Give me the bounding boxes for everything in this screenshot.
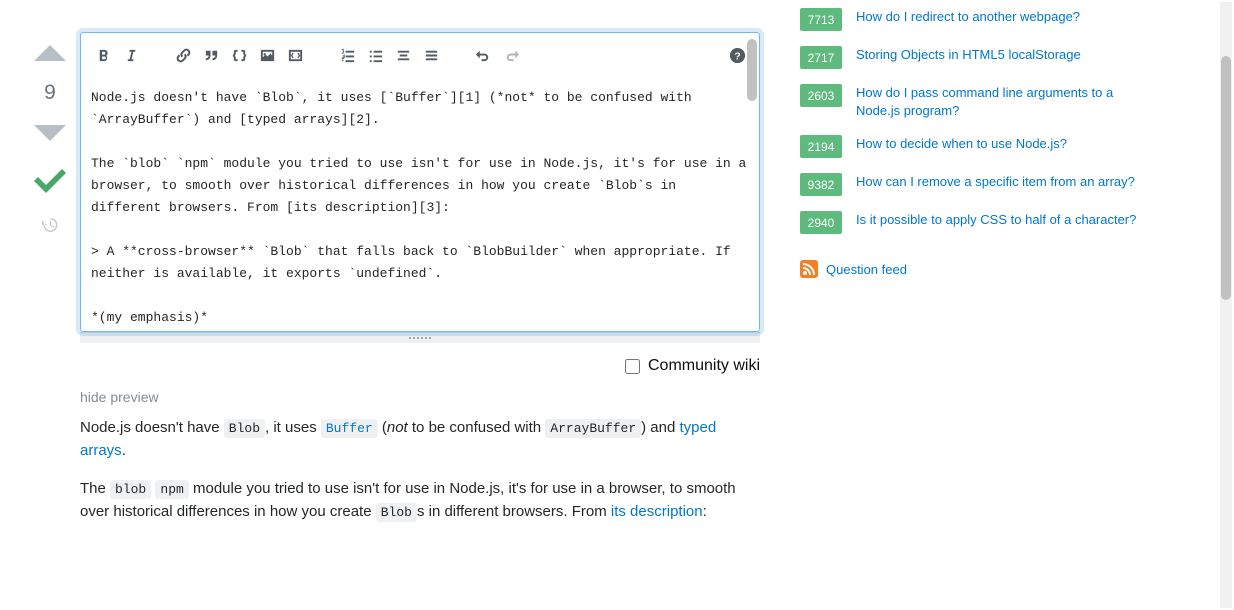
bold-button[interactable] bbox=[89, 40, 117, 70]
related-link[interactable]: How to decide when to use Node.js? bbox=[856, 135, 1067, 153]
related-question: 2717 Storing Objects in HTML5 localStora… bbox=[800, 46, 1140, 69]
code-inline: npm bbox=[155, 480, 188, 499]
code-inline: ArrayBuffer bbox=[545, 419, 641, 438]
sidebar: 7713 How do I redirect to another webpag… bbox=[760, 0, 1140, 539]
preview-paragraph: Node.js doesn't have Blob, it uses Buffe… bbox=[80, 417, 760, 462]
rss-icon bbox=[800, 260, 818, 278]
related-link[interactable]: How do I pass command line arguments to … bbox=[856, 84, 1140, 120]
related-score-badge: 2603 bbox=[800, 84, 842, 107]
svg-text:?: ? bbox=[734, 51, 740, 62]
related-score-badge: 9382 bbox=[800, 173, 842, 196]
question-feed-link[interactable]: Question feed bbox=[800, 260, 1140, 278]
related-score-badge: 2194 bbox=[800, 135, 842, 158]
snippet-button[interactable] bbox=[281, 40, 309, 70]
related-question: 2603 How do I pass command line argument… bbox=[800, 84, 1140, 120]
vote-column: 9 bbox=[20, 0, 80, 539]
question-feed-label: Question feed bbox=[826, 262, 907, 277]
image-button[interactable] bbox=[253, 40, 281, 70]
related-question: 2940 Is it possible to apply CSS to half… bbox=[800, 211, 1140, 234]
related-link[interactable]: How do I redirect to another webpage? bbox=[856, 8, 1080, 26]
accepted-check-icon[interactable] bbox=[32, 163, 68, 199]
editor-scrollbar-thumb[interactable] bbox=[747, 39, 757, 101]
editor-container: ? bbox=[80, 32, 760, 332]
vote-score: 9 bbox=[44, 77, 56, 109]
preview-area: Node.js doesn't have Blob, it uses Buffe… bbox=[80, 417, 760, 523]
code-inline: Blob bbox=[376, 503, 417, 522]
ordered-list-button[interactable] bbox=[333, 40, 361, 70]
heading-button[interactable] bbox=[389, 40, 417, 70]
hr-button[interactable] bbox=[417, 40, 445, 70]
upvote-button[interactable] bbox=[32, 35, 68, 71]
redo-button[interactable] bbox=[497, 40, 525, 70]
related-link[interactable]: Is it possible to apply CSS to half of a… bbox=[856, 211, 1136, 229]
preview-paragraph: The blob npm module you tried to use isn… bbox=[80, 478, 760, 523]
related-score-badge: 2717 bbox=[800, 46, 842, 69]
related-score-badge: 2940 bbox=[800, 211, 842, 234]
link-button[interactable] bbox=[169, 40, 197, 70]
code-inline: blob bbox=[110, 480, 151, 499]
editor-textarea[interactable] bbox=[81, 77, 759, 327]
related-link[interactable]: How can I remove a specific item from an… bbox=[856, 173, 1135, 191]
history-icon[interactable] bbox=[40, 215, 60, 235]
quote-button[interactable] bbox=[197, 40, 225, 70]
unordered-list-button[interactable] bbox=[361, 40, 389, 70]
related-question: 9382 How can I remove a specific item fr… bbox=[800, 173, 1140, 196]
related-question: 2194 How to decide when to use Node.js? bbox=[800, 135, 1140, 158]
community-wiki-label[interactable]: Community wiki bbox=[648, 357, 760, 375]
community-wiki-checkbox[interactable] bbox=[625, 359, 640, 374]
page-scrollbar-thumb[interactable] bbox=[1221, 56, 1231, 300]
downvote-button[interactable] bbox=[32, 115, 68, 151]
page-scrollbar-track[interactable] bbox=[1220, 2, 1232, 608]
code-button[interactable] bbox=[225, 40, 253, 70]
hide-preview-link[interactable]: hide preview bbox=[80, 385, 760, 417]
related-link[interactable]: Storing Objects in HTML5 localStorage bbox=[856, 46, 1081, 64]
buffer-link[interactable]: Buffer bbox=[321, 419, 378, 436]
related-score-badge: 7713 bbox=[800, 8, 842, 31]
editor-toolbar: ? bbox=[81, 33, 759, 77]
code-inline: Blob bbox=[224, 419, 265, 438]
editor-resize-grip[interactable] bbox=[80, 332, 760, 343]
its-description-link[interactable]: its description bbox=[611, 503, 703, 520]
italic-button[interactable] bbox=[117, 40, 145, 70]
undo-button[interactable] bbox=[469, 40, 497, 70]
related-question: 7713 How do I redirect to another webpag… bbox=[800, 8, 1140, 31]
